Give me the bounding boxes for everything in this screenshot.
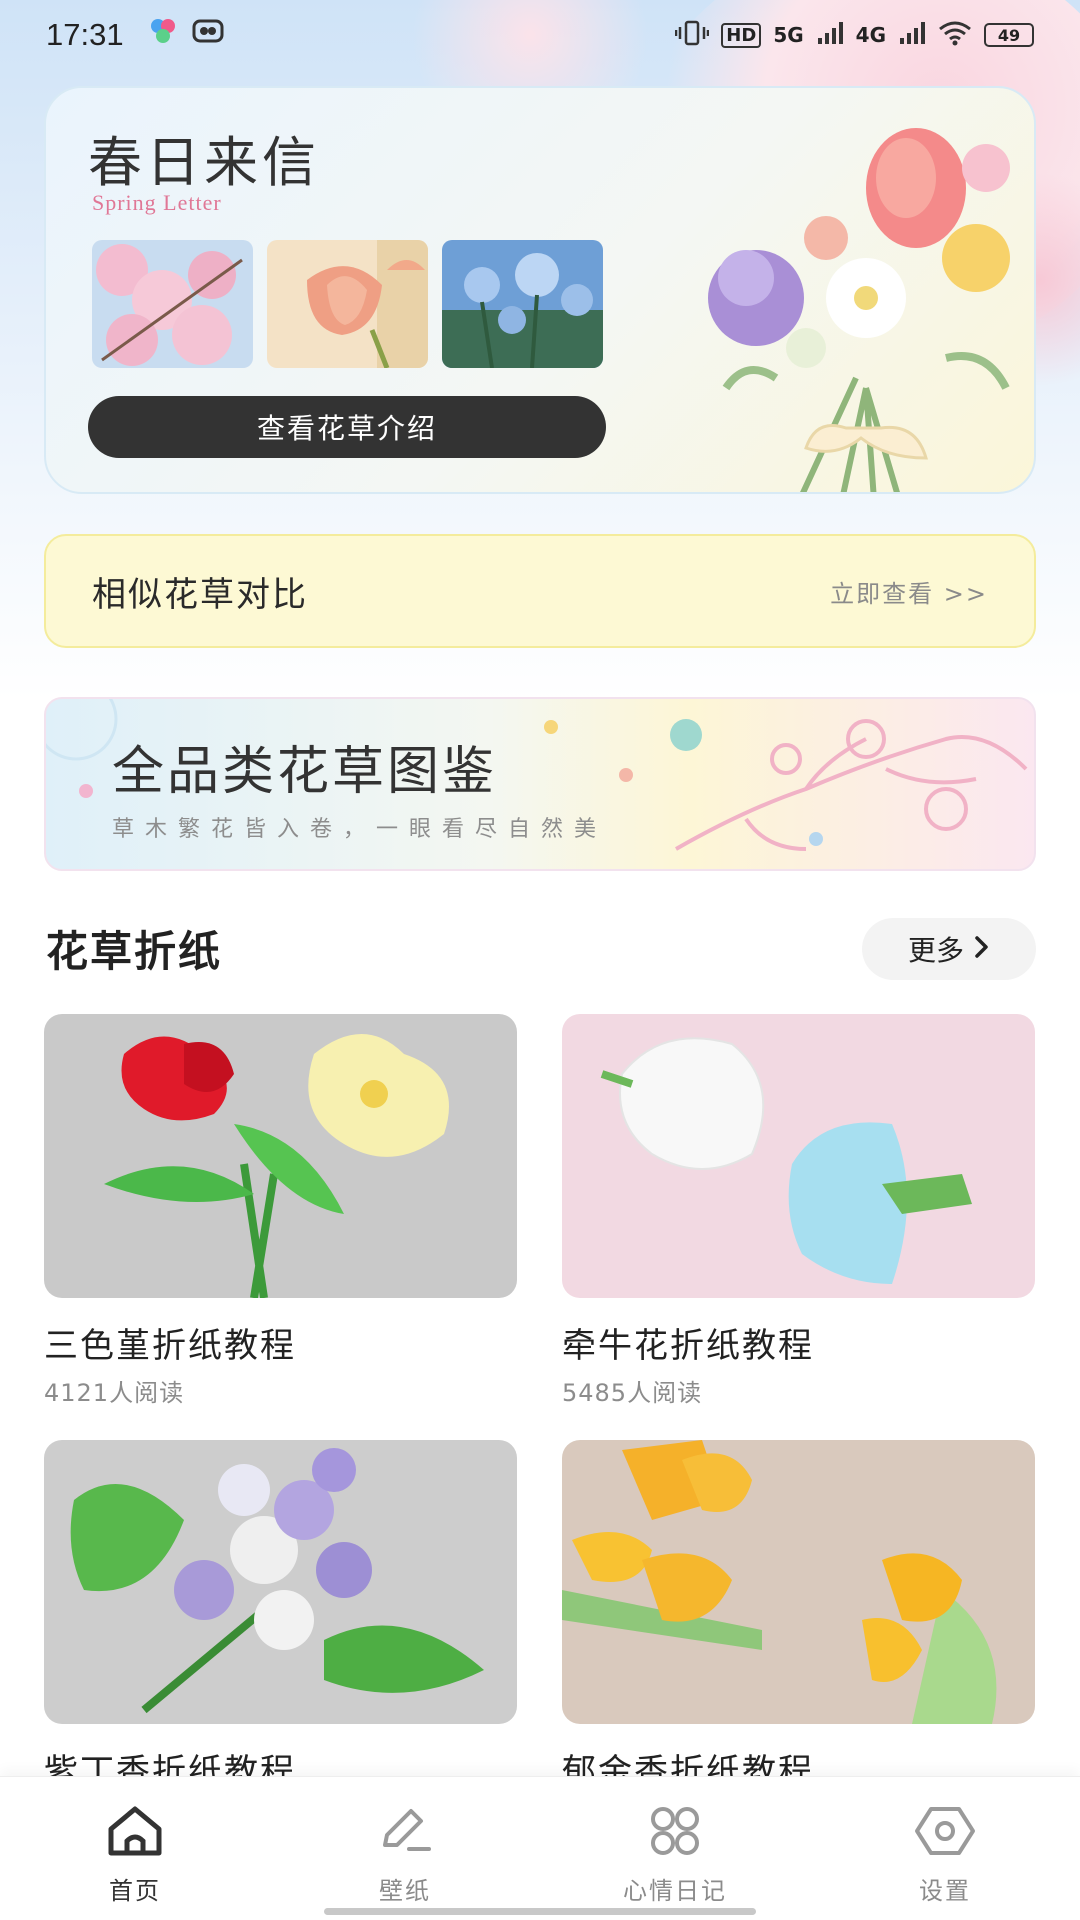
status-bar: 17:31 HD 5G 4G 49 [0,0,1080,70]
catalog-subtitle: 草木繁花皆入卷，一眼看尽自然美 [112,817,608,842]
grid-icon [651,1807,699,1855]
app-notification-icon-2 [192,17,224,53]
home-indicator[interactable] [324,1908,756,1915]
blue-flower-thumbnail[interactable] [442,240,603,368]
morning-glory-origami-image[interactable] [562,1014,1035,1298]
view-flower-intro-button[interactable]: 查看花草介绍 [88,396,606,458]
4g-label: 4G [855,23,886,47]
tab-wallpaper[interactable]: 壁纸 [270,1777,540,1920]
card-read-count: 5485人阅读 [562,1379,703,1407]
origami-section-title: 花草折纸 [46,927,223,976]
view-now-link[interactable]: 立即查看 >> [830,574,988,609]
more-button[interactable]: 更多 [862,918,1036,980]
compare-title: 相似花草对比 [92,574,308,615]
tab-settings[interactable]: 设置 [810,1777,1080,1920]
lilac-origami-image[interactable] [44,1440,517,1724]
spring-letter-card: 春日来信 Spring Letter 查看花草介绍 [44,86,1036,494]
tab-label: 首页 [109,1877,161,1905]
tab-home[interactable]: 首页 [0,1777,270,1920]
card-read-count: 4121人阅读 [44,1379,185,1407]
spring-letter-subtitle: Spring Letter [92,190,222,215]
status-time: 17:31 [46,17,124,52]
signal-icon [816,20,844,51]
tab-mood-diary[interactable]: 心情日记 [540,1777,810,1920]
similar-flowers-compare-banner[interactable]: 相似花草对比 立即查看 >> [44,534,1036,648]
tab-label: 壁纸 [379,1877,431,1905]
settings-icon [915,1807,975,1855]
catalog-title: 全品类花草图鉴 [112,742,498,802]
origami-card-pansy[interactable]: 三色堇折纸教程 4121人阅读 [44,1014,517,1408]
cherry-blossom-thumbnail[interactable] [92,240,253,368]
card-title: 三色堇折纸教程 [44,1326,296,1366]
tulip-thumbnail[interactable] [267,240,428,368]
pen-icon [383,1809,431,1851]
hd-badge: HD [721,22,762,48]
battery-indicator: 49 [984,23,1034,47]
app-notification-icon [148,16,178,54]
tab-label: 心情日记 [623,1877,727,1905]
wifi-icon [938,20,972,51]
origami-card-tulip[interactable]: 郁金香折纸教程 [562,1440,1035,1793]
flower-bouquet-illustration [686,128,1034,492]
card-title: 牵牛花折纸教程 [562,1326,814,1366]
bottom-tab-bar: 首页 壁纸 心情日记 设置 [0,1776,1080,1920]
origami-card-lilac[interactable]: 紫丁香折纸教程 [44,1440,517,1793]
pansy-origami-image[interactable] [44,1014,517,1298]
home-icon [108,1806,162,1856]
tab-label: 设置 [919,1877,971,1905]
flower-catalog-banner[interactable]: 全品类花草图鉴 草木繁花皆入卷，一眼看尽自然美 [44,697,1036,871]
signal-icon-2 [898,20,926,51]
more-label: 更多 [907,934,964,967]
origami-card-morning-glory[interactable]: 牵牛花折纸教程 5485人阅读 [562,1014,1035,1408]
spring-letter-title: 春日来信 [88,131,320,194]
tulip-origami-image[interactable] [562,1440,1035,1724]
5g-label: 5G [773,23,804,47]
chevron-right-icon [974,933,990,966]
vibrate-icon [675,19,710,52]
